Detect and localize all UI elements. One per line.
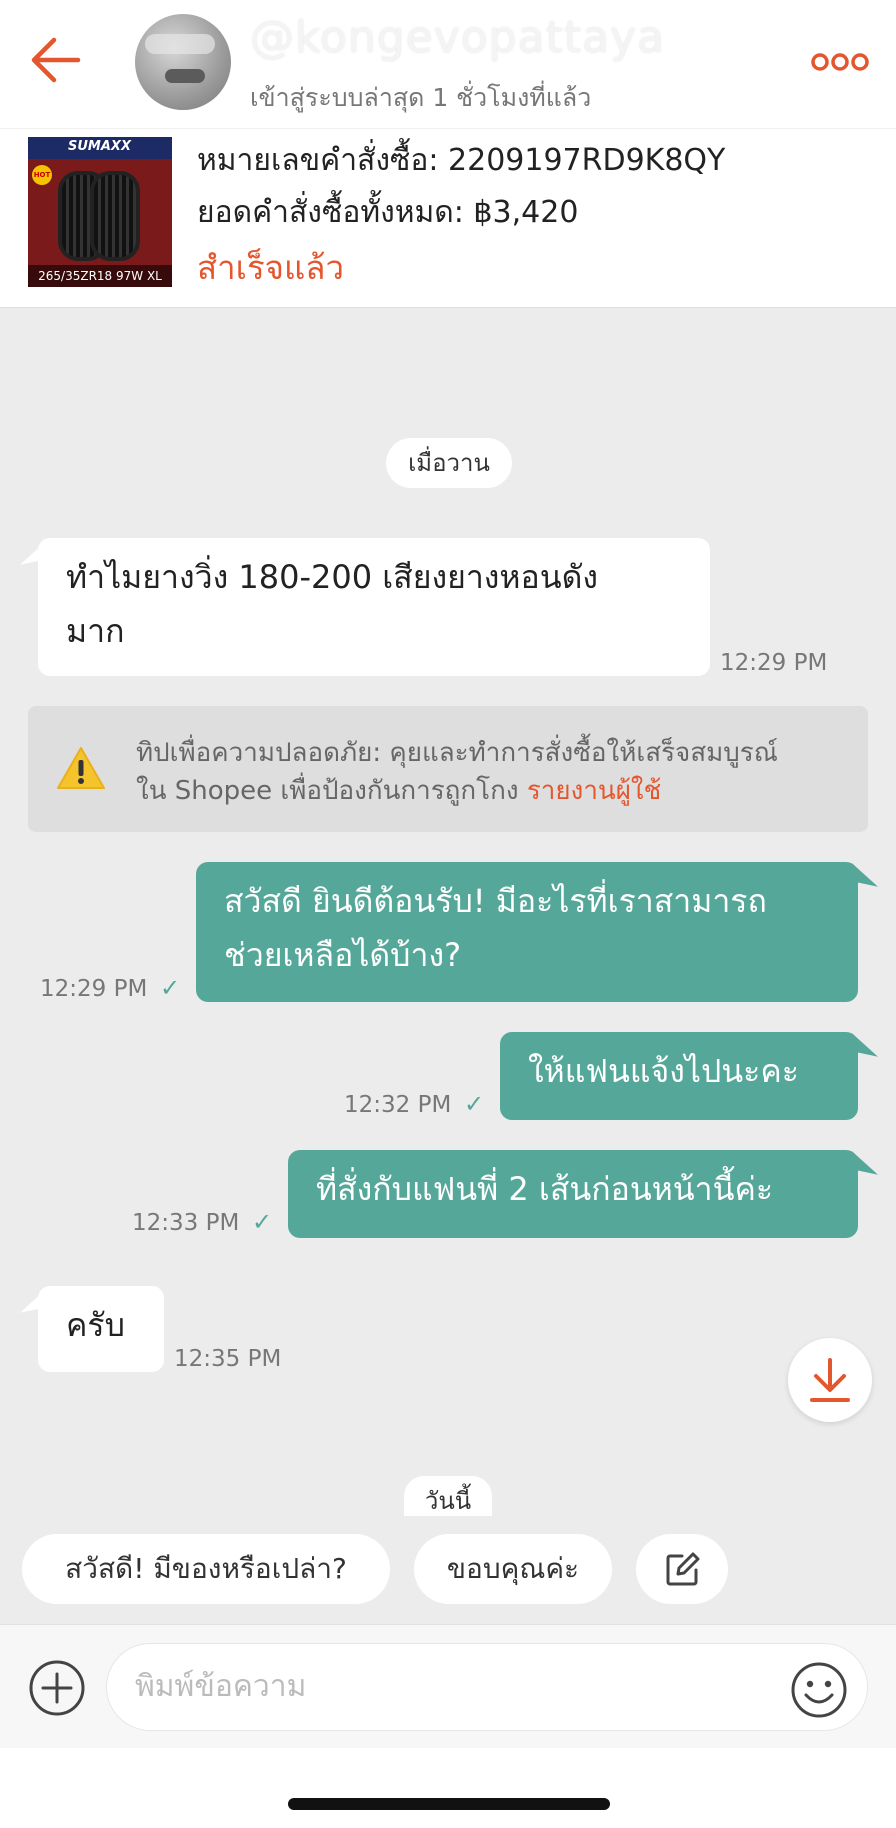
date-separator: วันนี้ [404, 1476, 492, 1516]
message-bubble-incoming[interactable]: ครับ [38, 1286, 164, 1372]
safety-tip-line: ทิปเพื่อความปลอดภัย: คุยและทำการสั่งซื้อ… [136, 738, 778, 768]
message-time: 12:33 PM [132, 1210, 240, 1236]
back-arrow-icon[interactable] [26, 30, 86, 90]
home-indicator-area [0, 1748, 896, 1828]
message-text: ช่วยเหลือได้บ้าง? [224, 936, 462, 974]
warning-icon [57, 747, 105, 789]
avatar[interactable] [135, 14, 231, 110]
plus-circle-icon[interactable] [28, 1659, 86, 1717]
download-icon [810, 1358, 850, 1402]
order-card[interactable]: SUMAXX HOT 265/35ZR18 97W XL หมายเลขคำสั… [0, 128, 896, 308]
message-text: ทำไมยางวิ่ง 180-200 เสียงยางหอนดัง [66, 558, 599, 596]
message-bubble-outgoing[interactable]: ให้แฟนแจ้งไปนะคะ [500, 1032, 858, 1120]
safety-tip-text: ทิปเพื่อความปลอดภัย: คุยและทำการสั่งซื้อ… [136, 734, 856, 810]
edit-quick-replies-button[interactable] [636, 1534, 728, 1604]
last-seen-status: เข้าสู่ระบบล่าสุด 1 ชั่วโมงที่แล้ว [250, 83, 592, 112]
more-options-icon[interactable] [810, 48, 870, 76]
message-text: ที่สั่งกับแฟนพี่ 2 เส้นก่อนหน้านี้ค่ะ [316, 1170, 774, 1208]
message-text: ให้แฟนแจ้งไปนะคะ [528, 1052, 799, 1090]
order-number: หมายเลขคำสั่งซื้อ: 2209197RD9K8QY [197, 143, 726, 178]
safety-tip-line: ใน Shopee เพื่อป้องกันการถูกโกง [136, 776, 519, 806]
order-status: สำเร็จแล้ว [197, 248, 345, 287]
read-check-icon: ✓ [464, 1090, 485, 1118]
message-time: 12:29 PM [40, 976, 148, 1002]
home-indicator[interactable] [288, 1798, 610, 1810]
read-check-icon: ✓ [252, 1208, 273, 1236]
scroll-to-bottom-button[interactable] [788, 1338, 872, 1422]
product-thumbnail[interactable]: SUMAXX HOT 265/35ZR18 97W XL [28, 137, 172, 287]
message-time: 12:29 PM [720, 650, 828, 676]
message-input[interactable]: พิมพ์ข้อความ [106, 1643, 868, 1731]
product-size-label: 265/35ZR18 97W XL [28, 265, 172, 287]
message-time: 12:35 PM [174, 1346, 282, 1372]
message-bubble-outgoing[interactable]: ที่สั่งกับแฟนพี่ 2 เส้นก่อนหน้านี้ค่ะ [288, 1150, 858, 1238]
message-text: สวัสดี ยินดีต้อนรับ! มีอะไรที่เราสามารถ [224, 882, 767, 920]
message-bubble-outgoing[interactable]: สวัสดี ยินดีต้อนรับ! มีอะไรที่เราสามารถ … [196, 862, 858, 1002]
product-brand: SUMAXX [68, 139, 131, 154]
message-input-bar: พิมพ์ข้อความ [0, 1624, 896, 1748]
read-check-icon: ✓ [160, 974, 181, 1002]
message-bubble-incoming[interactable]: ทำไมยางวิ่ง 180-200 เสียงยางหอนดัง มาก [38, 538, 710, 676]
username[interactable]: @kongevopattaya [250, 12, 665, 63]
message-time: 12:32 PM [344, 1092, 452, 1118]
emoji-icon[interactable] [790, 1661, 848, 1719]
date-separator: เมื่อวาน [386, 438, 512, 488]
report-user-link[interactable]: รายงานผู้ใช้ [527, 776, 661, 806]
quick-reply-button[interactable]: สวัสดี! มีของหรือเปล่า? [22, 1534, 390, 1604]
message-text: มาก [66, 612, 125, 650]
safety-tip-banner: ทิปเพื่อความปลอดภัย: คุยและทำการสั่งซื้อ… [28, 706, 868, 832]
quick-reply-button[interactable]: ขอบคุณค่ะ [414, 1534, 612, 1604]
edit-icon [666, 1552, 700, 1586]
chat-header: @kongevopattaya เข้าสู่ระบบล่าสุด 1 ชั่ว… [0, 0, 896, 128]
order-total: ยอดคำสั่งซื้อทั้งหมด: ฿3,420 [197, 195, 579, 230]
message-text: ครับ [66, 1306, 125, 1344]
